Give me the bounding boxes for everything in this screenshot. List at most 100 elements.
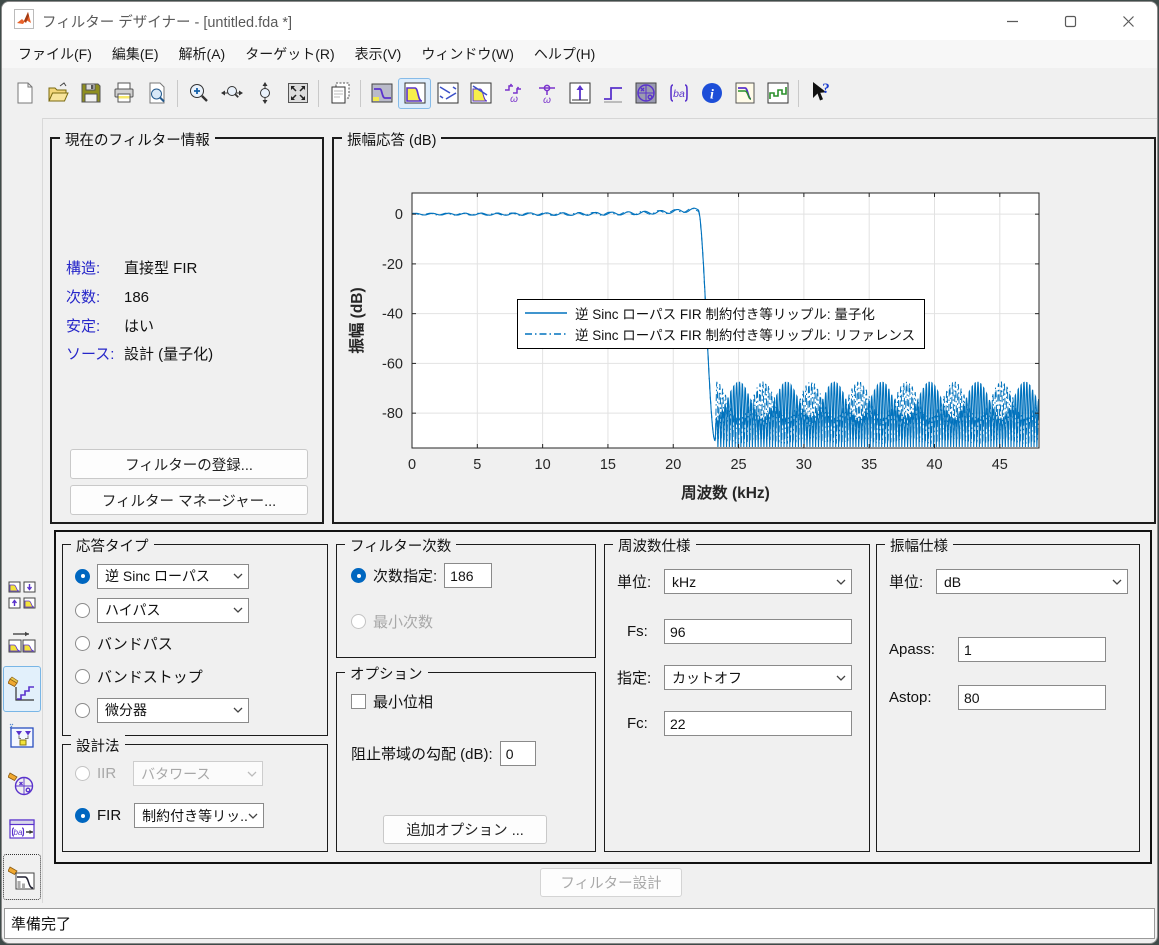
new-icon[interactable] <box>8 78 41 109</box>
design-filter-icon[interactable] <box>3 854 41 900</box>
radio-highpass[interactable] <box>75 603 90 618</box>
apass-row: Apass: <box>889 637 1106 662</box>
minimize-button[interactable] <box>983 2 1041 40</box>
fs-input[interactable] <box>664 619 852 644</box>
multirate-filter-icon[interactable] <box>3 619 41 665</box>
filter-specifications-icon[interactable] <box>323 78 356 109</box>
freq-specify-row: 指定: カットオフ <box>617 665 852 690</box>
filter-order-panel: フィルター次数 次数指定: 最小次数 <box>336 544 596 658</box>
save-icon[interactable] <box>74 78 107 109</box>
design-filter-button[interactable]: フィルター設計 <box>540 868 682 897</box>
filter-info-row: 構造:直接型 FIR <box>66 257 197 278</box>
filter-designer-window: フィルター デザイナー - [untitled.fda *] ファイル(F) 編… <box>1 1 1158 944</box>
magnitude-phase-icon[interactable] <box>464 78 497 109</box>
print-preview-icon[interactable] <box>140 78 173 109</box>
fs-row: Fs: <box>627 619 852 644</box>
side-panel-rail: ba <box>2 118 43 903</box>
pole-zero-plot-icon[interactable] <box>629 78 662 109</box>
radio-lowpass[interactable] <box>75 569 90 584</box>
svg-text:ba: ba <box>14 828 23 837</box>
print-icon[interactable] <box>107 78 140 109</box>
mag-unit-combo[interactable]: dB <box>936 569 1128 594</box>
import-filter-icon[interactable]: ba <box>3 807 41 853</box>
filter-transformations-icon[interactable] <box>3 572 41 618</box>
open-icon[interactable] <box>41 78 74 109</box>
response-type-option: ハイパス <box>75 593 317 627</box>
min-phase-checkbox[interactable] <box>351 694 366 709</box>
specify-order-row: 次数指定: <box>351 563 492 588</box>
menu-help[interactable]: ヘルプ(H) <box>524 40 605 68</box>
svg-text:15: 15 <box>600 457 616 473</box>
svg-text:-40: -40 <box>382 307 403 323</box>
close-button[interactable] <box>1099 2 1157 40</box>
svg-text:-60: -60 <box>382 356 403 372</box>
context-help-icon[interactable]: ? <box>803 78 836 109</box>
group-delay-icon[interactable]: ω <box>497 78 530 109</box>
plot-legend[interactable]: 逆 Sinc ローパス FIR 制約付き等リップル: 量子化 逆 Sinc ロー… <box>517 299 925 349</box>
svg-text:30: 30 <box>796 457 812 473</box>
radio-fir[interactable] <box>75 808 90 823</box>
radio-specify-order[interactable] <box>351 568 366 583</box>
radio-differentiator[interactable] <box>75 703 90 718</box>
impulse-response-icon[interactable] <box>563 78 596 109</box>
realize-model-icon[interactable] <box>3 713 41 759</box>
menu-edit[interactable]: 編集(E) <box>102 40 169 68</box>
maximize-button[interactable] <box>1041 2 1099 40</box>
step-response-icon[interactable] <box>596 78 629 109</box>
fc-row: Fc: <box>627 711 852 736</box>
dash-dot-line-sample <box>524 329 568 339</box>
menu-bar: ファイル(F) 編集(E) 解析(A) ターゲット(R) 表示(V) ウィンドウ… <box>2 40 1157 69</box>
filter-specs-metrics-icon[interactable] <box>365 78 398 109</box>
svg-text:振幅 (dB): 振幅 (dB) <box>347 287 366 353</box>
magnitude-response-icon[interactable] <box>398 78 431 109</box>
svg-text:0: 0 <box>408 457 416 473</box>
magnitude-response-overlay-icon[interactable] <box>728 78 761 109</box>
phase-response-icon[interactable] <box>431 78 464 109</box>
title-bar: フィルター デザイナー - [untitled.fda *] <box>2 2 1157 40</box>
toolbar-separator <box>798 80 799 107</box>
radio-bandpass[interactable] <box>75 636 90 651</box>
highpass-type-combo[interactable]: ハイパス <box>97 598 249 623</box>
phase-delay-icon[interactable]: ω <box>530 78 563 109</box>
more-options-button[interactable]: 追加オプション ... <box>383 815 547 844</box>
response-type-panel: 応答タイプ 逆 Sinc ローパス ハイパス バンドパス <box>62 544 328 736</box>
filter-information-icon[interactable]: i <box>695 78 728 109</box>
options-panel: オプション 最小位相 阻止帯域の勾配 (dB): 追加オプション ... <box>336 672 596 852</box>
fc-input[interactable] <box>664 711 852 736</box>
menu-analysis[interactable]: 解析(A) <box>169 40 236 68</box>
svg-text:i: i <box>710 88 714 103</box>
set-quantization-parameters-icon[interactable] <box>3 666 41 712</box>
svg-text:ω: ω <box>510 94 518 105</box>
zoom-y-icon[interactable] <box>248 78 281 109</box>
freq-unit-combo[interactable]: kHz <box>664 569 852 594</box>
radio-bandstop[interactable] <box>75 669 90 684</box>
filter-coefficients-icon[interactable]: ba <box>662 78 695 109</box>
zoom-in-icon[interactable] <box>182 78 215 109</box>
full-view-icon[interactable] <box>281 78 314 109</box>
design-mask-icon[interactable] <box>761 78 794 109</box>
freq-unit-row: 単位: kHz <box>617 569 852 594</box>
fir-method-combo[interactable]: 制約付き等リッ... <box>134 803 264 828</box>
apass-input[interactable] <box>958 637 1106 662</box>
filter-manager-button[interactable]: フィルター マネージャー... <box>70 485 308 515</box>
lowpass-type-combo[interactable]: 逆 Sinc ローパス <box>97 564 249 589</box>
svg-text:-20: -20 <box>382 257 403 273</box>
pole-zero-editor-icon[interactable] <box>3 760 41 806</box>
radio-iir[interactable] <box>75 766 90 781</box>
menu-window[interactable]: ウィンドウ(W) <box>411 40 524 68</box>
zoom-x-icon[interactable] <box>215 78 248 109</box>
menu-view[interactable]: 表示(V) <box>345 40 412 68</box>
status-message: 準備完了 <box>4 908 1155 939</box>
menu-targets[interactable]: ターゲット(R) <box>235 40 344 68</box>
store-filter-button[interactable]: フィルターの登録... <box>70 449 308 479</box>
toolbar-separator <box>177 80 178 107</box>
toolbar-separator <box>318 80 319 107</box>
legend-entry: 逆 Sinc ローパス FIR 制約付き等リップル: リファレンス <box>524 324 915 344</box>
astop-input[interactable] <box>958 685 1106 710</box>
stopband-slope-input[interactable] <box>500 741 536 766</box>
radio-minimum-order[interactable] <box>351 614 366 629</box>
differentiator-type-combo[interactable]: 微分器 <box>97 698 249 723</box>
freq-specify-combo[interactable]: カットオフ <box>664 665 852 690</box>
order-input[interactable] <box>444 563 492 588</box>
menu-file[interactable]: ファイル(F) <box>8 40 102 68</box>
